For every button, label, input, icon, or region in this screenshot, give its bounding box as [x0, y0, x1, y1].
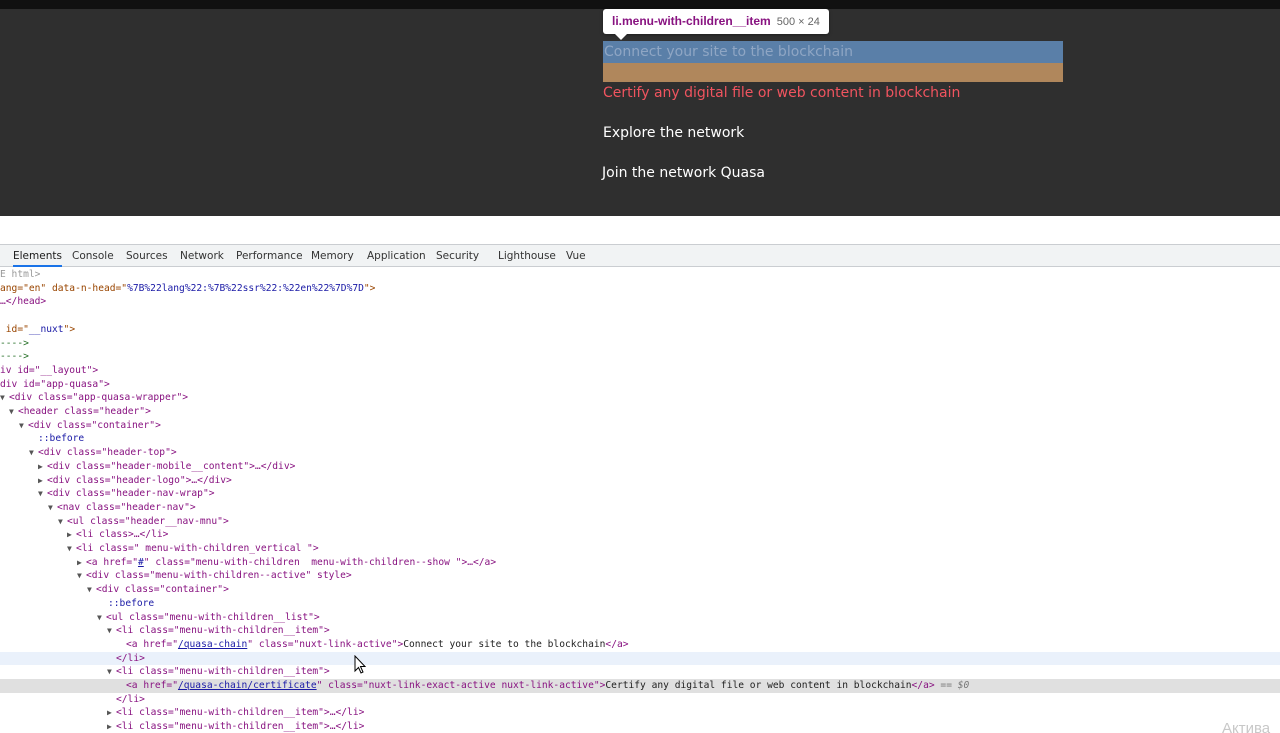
dom-line[interactable]: </li> [0, 693, 1280, 707]
dom-line[interactable]: …</head> [0, 295, 1280, 309]
dom-line-hovered[interactable]: </li> [0, 651, 1280, 666]
dom-line-selected[interactable]: <a href="/quasa-chain/certificate" class… [0, 679, 1280, 693]
collapse-triangle-icon[interactable]: ▶ [38, 460, 47, 474]
devtools-panel: Elements Console Sources Network Perform… [0, 244, 1280, 733]
dom-line[interactable]: ang="en" data-n-head="%7B%22lang%22:%7B%… [0, 282, 1280, 296]
dom-line[interactable]: iv id="__layout"> [0, 364, 1280, 378]
dom-line[interactable]: div id="app-quasa"> [0, 378, 1280, 392]
dom-tree: E html> ang="en" data-n-head="%7B%22lang… [0, 268, 1280, 733]
dom-line[interactable]: ▼ <div class="container"> [0, 419, 1280, 433]
expand-triangle-icon[interactable]: ▼ [38, 487, 47, 501]
collapse-triangle-icon[interactable]: ▶ [77, 556, 86, 570]
dom-line[interactable]: ::before [0, 432, 1280, 446]
dom-line[interactable]: ▶ <li class>…</li> [0, 528, 1280, 542]
collapse-triangle-icon[interactable]: ▶ [107, 706, 116, 720]
dom-line[interactable]: ----> [0, 337, 1280, 351]
dom-line[interactable]: ▶ <div class="header-logo">…</div> [0, 474, 1280, 488]
dom-line[interactable]: id="__nuxt"> [0, 323, 1280, 337]
inspect-tooltip-selector: li.menu-with-children__item [612, 14, 771, 28]
dom-line[interactable]: ▼ <li class="menu-with-children__item"> [0, 624, 1280, 638]
tab-vue[interactable]: Vue [566, 245, 586, 267]
inspect-tooltip-arrow [615, 34, 627, 40]
dom-line[interactable]: ▶ <li class="menu-with-children__item">…<… [0, 706, 1280, 720]
tab-performance[interactable]: Performance [236, 245, 303, 267]
expand-triangle-icon[interactable]: ▼ [48, 501, 57, 515]
dom-line[interactable]: ▼ <div class="header-nav-wrap"> [0, 487, 1280, 501]
expand-triangle-icon[interactable]: ▼ [58, 515, 67, 529]
tab-lighthouse[interactable]: Lighthouse [498, 245, 556, 267]
inspect-tooltip: li.menu-with-children__item 500 × 24 [603, 9, 829, 40]
expand-triangle-icon[interactable]: ▼ [29, 446, 38, 460]
dom-line[interactable]: ▼ <div class="app-quasa-wrapper"> [0, 391, 1280, 405]
dom-line[interactable]: ▼ <ul class="menu-with-children__list"> [0, 611, 1280, 625]
expand-triangle-icon[interactable]: ▼ [67, 542, 76, 556]
menu-item-certify-file[interactable]: Certify any digital file or web content … [603, 82, 1063, 122]
expand-triangle-icon[interactable]: ▼ [107, 624, 116, 638]
inspect-tooltip-size: 500 × 24 [776, 16, 820, 28]
expand-triangle-icon[interactable]: ▼ [107, 665, 116, 679]
expand-triangle-icon[interactable]: ▼ [9, 405, 18, 419]
dom-line[interactable]: ▼ <ul class="header__nav-mnu"> [0, 515, 1280, 529]
expand-triangle-icon[interactable]: ▼ [77, 569, 86, 583]
dom-line[interactable]: ▼ <li class=" menu-with-children_vertical… [0, 542, 1280, 556]
dom-line[interactable]: ::before [0, 597, 1280, 611]
dom-line[interactable]: ▼ <header class="header"> [0, 405, 1280, 419]
tab-memory[interactable]: Memory [311, 245, 354, 267]
mouse-cursor-icon [354, 655, 367, 674]
dom-line[interactable]: ▼ <nav class="header-nav"> [0, 501, 1280, 515]
tab-application[interactable]: Application [367, 245, 426, 267]
dom-line[interactable]: ▶ <li class="menu-with-children__item">…<… [0, 720, 1280, 733]
dom-line[interactable]: E html> [0, 268, 1280, 282]
quasa-chain-submenu: Connect your site to the blockchain Cert… [602, 41, 1063, 202]
windows-activation-watermark: Актива [1222, 720, 1271, 733]
inspect-padding-highlight [603, 63, 1063, 82]
tab-console[interactable]: Console [72, 245, 114, 267]
devtools-tabbar: Elements Console Sources Network Perform… [0, 244, 1280, 267]
dom-line[interactable]: ▼ <div class="menu-with-children--active"… [0, 569, 1280, 583]
collapse-triangle-icon[interactable]: ▶ [107, 720, 116, 733]
dom-line[interactable]: ▼ <div class="container"> [0, 583, 1280, 597]
dom-line[interactable]: ▼ <div class="header-top"> [0, 446, 1280, 460]
menu-item-join-network[interactable]: Join the network Quasa [602, 162, 1062, 202]
dom-line[interactable]: ▶ <div class="header-mobile__content">…</… [0, 460, 1280, 474]
dom-line[interactable]: ▶ <a href="#" class="menu-with-children m… [0, 556, 1280, 570]
expand-triangle-icon[interactable]: ▼ [19, 419, 28, 433]
page-viewport: Connect your site to the blockchain Cert… [0, 0, 1280, 216]
expand-triangle-icon[interactable]: ▼ [0, 391, 9, 405]
dom-line[interactable]: ▼ <li class="menu-with-children__item"> [0, 665, 1280, 679]
dom-line[interactable]: ----> [0, 350, 1280, 364]
dom-line[interactable]: <a href="/quasa-chain" class="nuxt-link-… [0, 638, 1280, 652]
expand-triangle-icon[interactable]: ▼ [97, 611, 106, 625]
expand-triangle-icon[interactable]: ▼ [87, 583, 96, 597]
menu-item-explore-network[interactable]: Explore the network [603, 122, 1063, 162]
menu-item-connect-site[interactable]: Connect your site to the blockchain [603, 41, 1063, 63]
collapse-triangle-icon[interactable]: ▶ [67, 528, 76, 542]
collapse-triangle-icon[interactable]: ▶ [38, 474, 47, 488]
tab-network[interactable]: Network [180, 245, 224, 267]
tab-elements[interactable]: Elements [13, 245, 62, 267]
page-top-bar [0, 0, 1280, 9]
tab-security[interactable]: Security [436, 245, 479, 267]
tab-sources[interactable]: Sources [126, 245, 168, 267]
